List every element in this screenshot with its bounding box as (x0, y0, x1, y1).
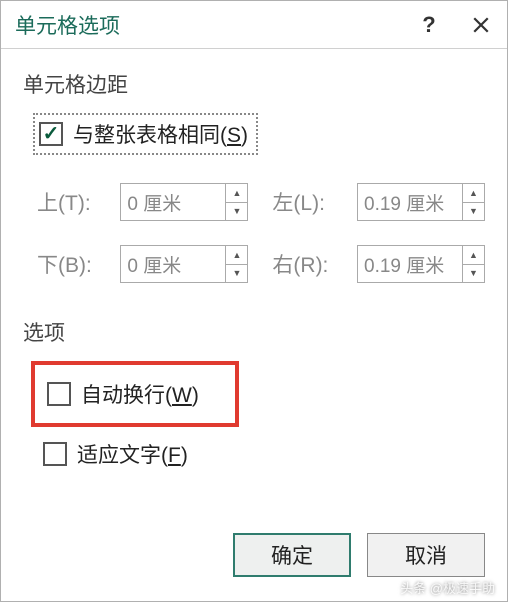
dialog-title: 单元格选项 (15, 10, 403, 40)
input-left[interactable] (358, 184, 462, 220)
spinner-bottom[interactable]: ▲ ▼ (120, 245, 248, 283)
checkbox-wrap-text-label: 自动换行(W) (81, 379, 199, 409)
wrap-text-highlight: 自动换行(W) (31, 361, 239, 427)
cell-options-dialog: 单元格选项 ? 单元格边距 与整张表格相同(S) 上(T): (0, 0, 508, 602)
checkbox-wrap-text[interactable] (47, 382, 71, 406)
spinner-top[interactable]: ▲ ▼ (120, 183, 248, 221)
fit-text-row: 适应文字(F) (37, 433, 485, 475)
section-options-label: 选项 (23, 317, 485, 347)
ok-button[interactable]: 确定 (233, 533, 351, 577)
spin-down-icon[interactable]: ▼ (226, 265, 247, 283)
spin-down-icon[interactable]: ▼ (463, 203, 484, 221)
wrap-text-row: 自动换行(W) (41, 373, 205, 415)
options-section: 选项 自动换行(W) 适应文字(F) (23, 317, 485, 475)
input-bottom[interactable] (121, 246, 225, 282)
label-left: 左(L): (272, 187, 333, 217)
input-right[interactable] (358, 246, 462, 282)
same-as-table-row: 与整张表格相同(S) (33, 113, 258, 155)
checkbox-fit-text[interactable] (43, 442, 67, 466)
label-top: 上(T): (37, 187, 96, 217)
input-top[interactable] (121, 184, 225, 220)
spin-down-icon[interactable]: ▼ (226, 203, 247, 221)
close-button[interactable] (455, 1, 507, 49)
label-bottom: 下(B): (37, 249, 96, 279)
spin-down-icon[interactable]: ▼ (463, 265, 484, 283)
close-icon (472, 16, 490, 34)
checkbox-same-as-table-label: 与整张表格相同(S) (73, 119, 248, 149)
spin-up-icon[interactable]: ▲ (226, 184, 247, 203)
dialog-footer: 确定 取消 (1, 521, 507, 601)
help-button[interactable]: ? (403, 1, 455, 49)
section-margins-label: 单元格边距 (23, 69, 485, 99)
spin-up-icon[interactable]: ▲ (463, 184, 484, 203)
spin-up-icon[interactable]: ▲ (226, 246, 247, 265)
margins-grid: 上(T): ▲ ▼ 左(L): ▲ ▼ 下(B): (37, 183, 485, 283)
margins-group: 与整张表格相同(S) 上(T): ▲ ▼ 左(L): ▲ (33, 113, 485, 283)
spin-up-icon[interactable]: ▲ (463, 246, 484, 265)
spinner-left[interactable]: ▲ ▼ (357, 183, 485, 221)
checkbox-same-as-table[interactable] (39, 122, 63, 146)
cancel-button[interactable]: 取消 (367, 533, 485, 577)
dialog-body: 单元格边距 与整张表格相同(S) 上(T): ▲ ▼ 左(L): (1, 49, 507, 521)
label-right: 右(R): (272, 249, 333, 279)
spinner-right[interactable]: ▲ ▼ (357, 245, 485, 283)
checkbox-fit-text-label: 适应文字(F) (77, 439, 188, 469)
titlebar: 单元格选项 ? (1, 1, 507, 49)
